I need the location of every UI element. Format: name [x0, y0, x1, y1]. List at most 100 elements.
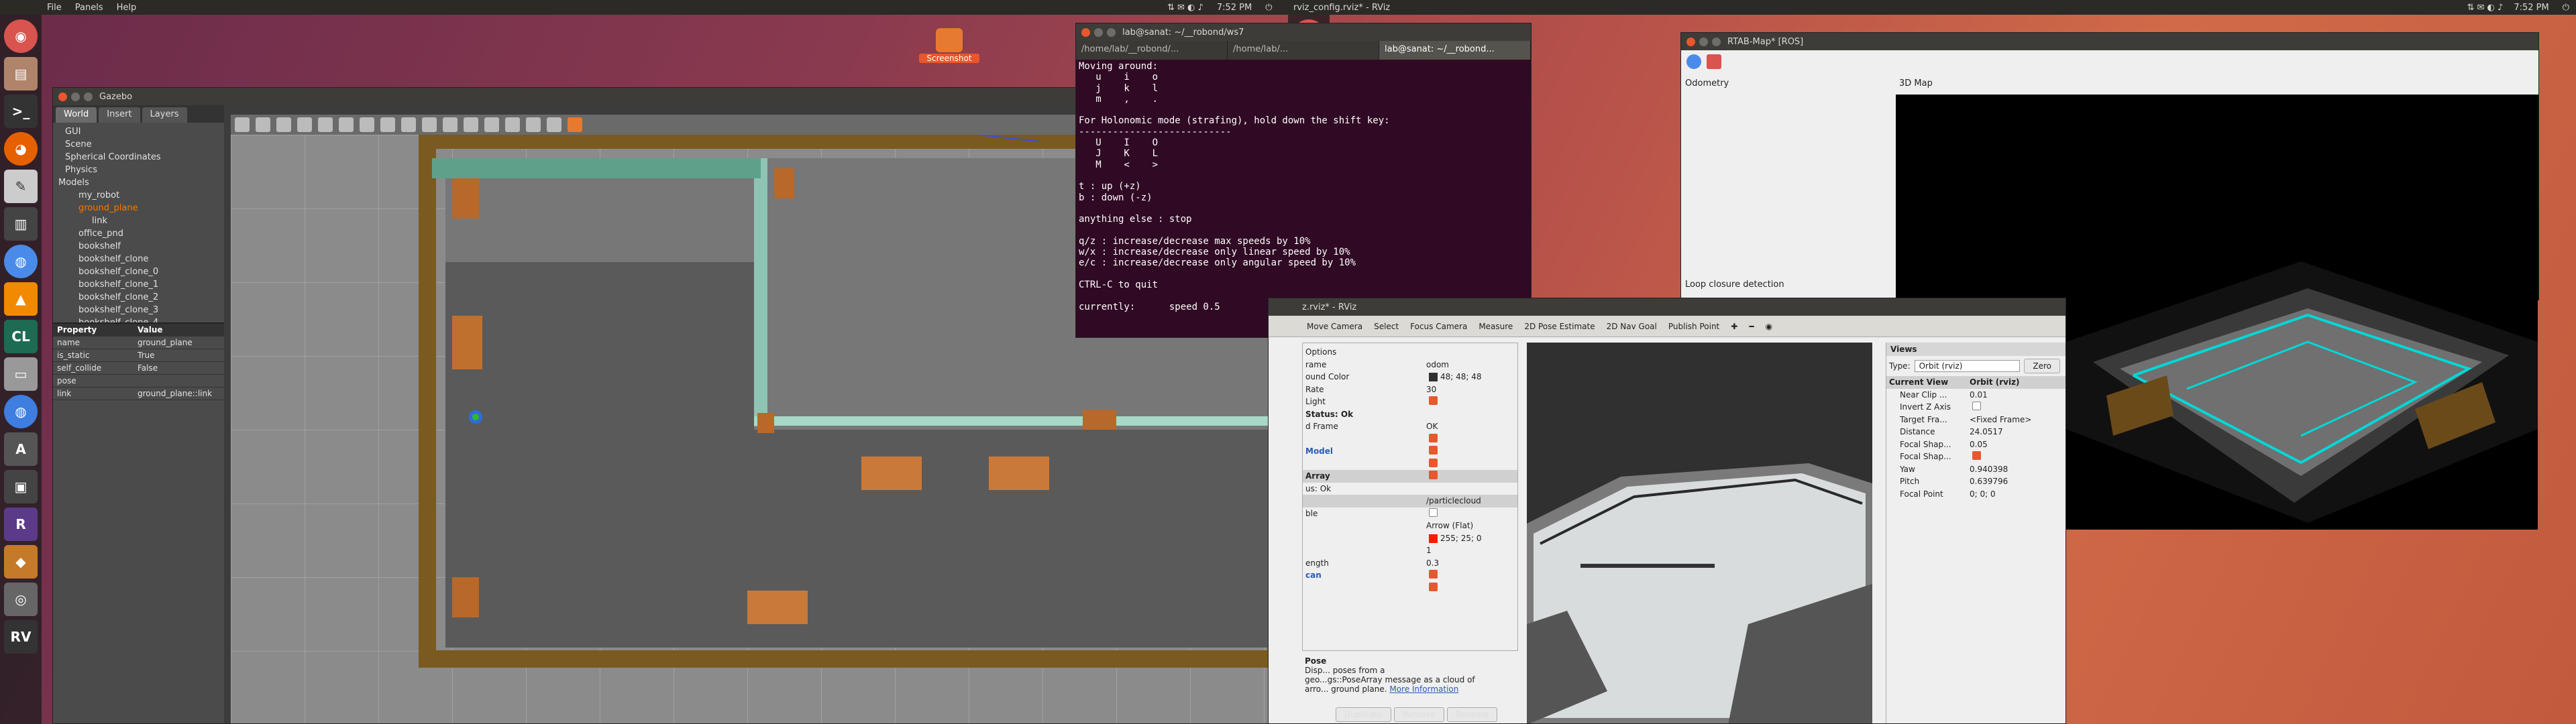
tree-item[interactable]: bookshelf_clone	[65, 253, 224, 265]
display-key[interactable]: ound Color	[1303, 372, 1424, 381]
box-shape-icon[interactable]	[360, 117, 374, 132]
display-key[interactable]: ength	[1303, 558, 1424, 568]
rviz-icon[interactable]: RV	[4, 620, 38, 654]
scale-tool-icon[interactable]	[297, 117, 312, 132]
chromium-icon[interactable]: ◍	[4, 395, 38, 428]
storage-icon[interactable]: ▭	[4, 357, 38, 391]
tree-item[interactable]: Scene	[65, 138, 224, 151]
display-val[interactable]: odom	[1424, 360, 1517, 369]
prop-key[interactable]: pose	[53, 376, 133, 385]
files-icon[interactable]: ▤	[4, 57, 38, 90]
color-swatch[interactable]	[1429, 373, 1438, 382]
display-key[interactable]: us: Ok	[1303, 484, 1424, 493]
translate-tool-icon[interactable]	[256, 117, 270, 132]
maximize-icon[interactable]	[1107, 27, 1116, 37]
sun-light-icon[interactable]	[422, 117, 437, 132]
display-key[interactable]: Array	[1303, 471, 1424, 481]
point-light-icon[interactable]	[443, 117, 458, 132]
duplicate-button[interactable]: Duplicate	[1336, 707, 1392, 722]
display-key[interactable]: rame	[1303, 360, 1424, 369]
rviz-titlebar[interactable]: z.rviz* - RViz	[1269, 298, 2065, 316]
display-key[interactable]: d Frame	[1303, 422, 1424, 431]
tree-item[interactable]: bookshelf_clone_1	[65, 278, 224, 291]
color-swatch[interactable]	[1429, 534, 1438, 543]
view-val[interactable]: 24.0517	[1967, 427, 2065, 436]
view-key[interactable]: Current View	[1886, 377, 1967, 387]
display-key[interactable]: Model	[1303, 446, 1424, 456]
display-key[interactable]: can	[1303, 570, 1424, 580]
tree-item[interactable]: office_pnd	[65, 227, 224, 240]
view-val[interactable]: 0; 0; 0	[1967, 489, 2065, 499]
app-r-icon[interactable]: R	[4, 507, 38, 541]
minimize-icon[interactable]	[1094, 27, 1103, 37]
checkbox[interactable]	[1972, 402, 1981, 411]
rotate-tool-icon[interactable]	[276, 117, 291, 132]
package-icon[interactable]: ◆	[4, 545, 38, 579]
paste-icon[interactable]	[505, 117, 520, 132]
checkbox[interactable]	[1429, 458, 1438, 467]
tab-insert[interactable]: Insert	[99, 107, 140, 123]
select-tool-icon[interactable]	[235, 117, 250, 132]
remove-button[interactable]: Remove	[1394, 707, 1444, 722]
tree-item[interactable]: GUI	[65, 125, 224, 138]
prop-value[interactable]: ground_plane	[133, 338, 214, 347]
tree-item[interactable]: bookshelf_clone_3	[65, 304, 224, 316]
zero-button[interactable]: Zero	[2024, 359, 2060, 373]
top-clock-right[interactable]: 7:52 PM	[2514, 3, 2548, 13]
tab-layers[interactable]: Layers	[142, 107, 187, 123]
terminal-output[interactable]: Moving around: u i o j k l m , . For Hol…	[1076, 60, 1531, 335]
maximize-icon[interactable]	[84, 92, 93, 101]
publish-point-button[interactable]: Publish Point	[1664, 318, 1724, 335]
display-key[interactable]: Light	[1303, 397, 1424, 406]
tree-item[interactable]: Models	[58, 176, 224, 189]
dash-icon[interactable]: ◉	[4, 19, 38, 53]
text-editor-icon[interactable]: ✎	[4, 170, 38, 203]
software-icon[interactable]: A	[4, 432, 38, 466]
spot-light-icon[interactable]	[464, 117, 478, 132]
tree-item[interactable]: my_robot	[65, 189, 224, 202]
prop-key[interactable]: link	[53, 389, 133, 398]
display-key[interactable]: Rate	[1303, 385, 1424, 394]
tray-icons-right[interactable]: ⇅ ✉ ◐ ♪	[2467, 3, 2503, 13]
desktop-screenshot-item[interactable]: Screenshot	[919, 28, 979, 63]
chrome-icon[interactable]: ◍	[4, 245, 38, 278]
rename-button[interactable]: Rename	[1446, 707, 1498, 722]
checkbox[interactable]	[1429, 507, 1438, 517]
checkbox[interactable]	[1429, 471, 1438, 480]
display-val[interactable]: 1	[1424, 546, 1517, 555]
view-val[interactable]: 0.01	[1967, 390, 2065, 400]
tree-item[interactable]: Spherical Coordinates	[65, 151, 224, 164]
add-tool-icon[interactable]: ✚	[1726, 318, 1742, 335]
view-val[interactable]: 0.05	[1967, 440, 2065, 449]
checkbox[interactable]	[1972, 451, 1981, 461]
snap-icon[interactable]	[547, 117, 561, 132]
close-icon[interactable]	[1686, 37, 1695, 46]
refresh-icon[interactable]	[1686, 54, 1701, 69]
minimize-icon[interactable]	[71, 92, 80, 101]
display-val[interactable]: /particlecloud	[1424, 496, 1517, 505]
view-val[interactable]: 0.940398	[1967, 465, 2065, 474]
menu-file[interactable]: File	[47, 3, 62, 13]
camera-type-icon[interactable]: ◉	[1761, 318, 1777, 335]
sphere-shape-icon[interactable]	[380, 117, 395, 132]
menu-help[interactable]: Help	[117, 3, 137, 13]
copy-icon[interactable]	[484, 117, 499, 132]
display-key[interactable]: ble	[1303, 509, 1424, 518]
tree-item-selected[interactable]: ground_plane	[65, 202, 224, 215]
pause-icon[interactable]	[1707, 54, 1721, 69]
redo-icon[interactable]	[339, 117, 354, 132]
checkbox[interactable]	[1429, 582, 1438, 591]
select-button[interactable]: Select	[1369, 318, 1403, 335]
measure-button[interactable]: Measure	[1474, 318, 1517, 335]
view-val[interactable]: 0.639796	[1967, 477, 2065, 486]
display-val[interactable]: 30	[1424, 385, 1517, 394]
term-app-icon[interactable]: ▣	[4, 470, 38, 503]
libreoffice-icon[interactable]: ▥	[4, 207, 38, 241]
terminal-tab[interactable]: /home/lab/...	[1228, 41, 1379, 60]
clion-icon[interactable]: CL	[4, 320, 38, 353]
power-icon-right[interactable]: ⏻	[2563, 3, 2569, 13]
close-icon[interactable]	[58, 92, 67, 101]
close-icon[interactable]	[1081, 27, 1090, 37]
display-key[interactable]: Status: Ok	[1303, 410, 1424, 419]
screenshot-tool-icon[interactable]	[568, 117, 582, 132]
